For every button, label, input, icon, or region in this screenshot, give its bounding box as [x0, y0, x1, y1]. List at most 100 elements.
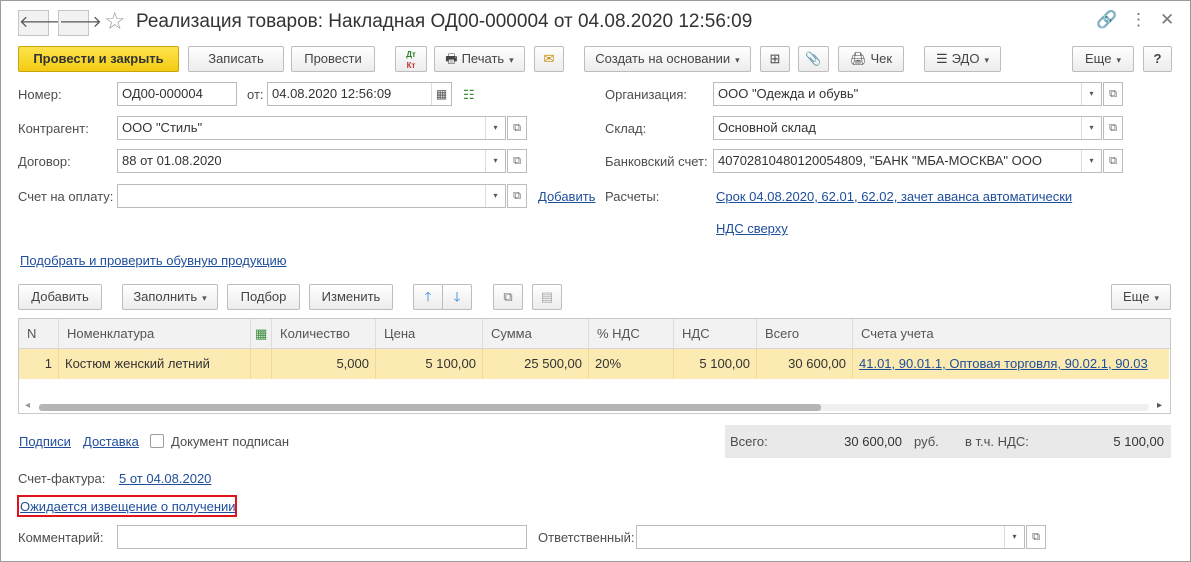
scroll-left-icon[interactable]: ◂	[25, 400, 30, 411]
open-icon[interactable]: ⧉	[507, 184, 527, 208]
organization-field[interactable]: ООО "Одежда и обувь" ▾	[713, 82, 1102, 106]
post-button[interactable]: Провести	[291, 46, 375, 72]
col-nomenclature[interactable]: Номенклатура	[59, 319, 251, 349]
table-more-button[interactable]: Еще ▾	[1111, 284, 1171, 310]
notice-awaited-link[interactable]: Ожидается извещение о получении	[20, 499, 236, 514]
open-icon[interactable]: ⧉	[1103, 149, 1123, 173]
create-based-on-button[interactable]: Создать на основании ▾	[584, 46, 751, 72]
date-field[interactable]: 04.08.2020 12:56:09 ▦	[267, 82, 452, 106]
chevron-down-icon[interactable]: ▾	[1081, 83, 1101, 105]
vat-on-top-link[interactable]: НДС сверху	[716, 221, 788, 236]
goods-table: N Номенклатура ▦ Количество Цена Сумма %…	[18, 318, 1171, 414]
cell-nomenclature[interactable]: Костюм женский летний	[59, 349, 251, 379]
col-quantity[interactable]: Количество	[272, 319, 376, 349]
col-accounts[interactable]: Счета учета	[853, 319, 1169, 349]
totals-panel: Всего: 30 600,00 руб. в т.ч. НДС: 5 100,…	[725, 425, 1171, 458]
copy-icon: ⧉	[503, 289, 513, 304]
add-row-button[interactable]: Добавить	[18, 284, 102, 310]
bank-account-field[interactable]: 40702810480120054809, "БАНК "МБА-МОСКВА"…	[713, 149, 1102, 173]
table-row[interactable]: 1 Костюм женский летний 5,000 5 100,00 2…	[19, 349, 1169, 379]
status-icon[interactable]: ☷	[463, 87, 475, 103]
cell-price[interactable]: 5 100,00	[376, 349, 483, 379]
col-price[interactable]: Цена	[376, 319, 483, 349]
responsible-field[interactable]: ▾	[636, 525, 1025, 549]
dt-kt-button[interactable]: Дт Кт	[395, 46, 427, 72]
fill-button[interactable]: Заполнить ▾	[122, 284, 218, 310]
chevron-down-icon[interactable]: ▾	[485, 150, 505, 172]
more-label: Еще	[1085, 51, 1112, 66]
col-n[interactable]: N	[19, 319, 59, 349]
fill-label: Заполнить	[133, 289, 198, 304]
cell-accounts-link[interactable]: 41.01, 90.01.1, Оптовая торговля, 90.02.…	[853, 349, 1169, 379]
link-icon[interactable]: 🔗	[1096, 10, 1117, 30]
open-icon[interactable]: ⧉	[1103, 116, 1123, 140]
edo-button[interactable]: ☰ ЭДО ▾	[924, 46, 1001, 72]
settlements-link[interactable]: Срок 04.08.2020, 62.01, 62.02, зачет ава…	[716, 189, 1072, 204]
contractor-value: ООО "Стиль"	[122, 120, 203, 135]
responsible-label: Ответственный:	[538, 530, 635, 545]
receipt-label: Чек	[870, 51, 893, 66]
attach-button[interactable]: 📎	[798, 46, 829, 72]
comment-field[interactable]	[117, 525, 527, 549]
save-button[interactable]: Записать	[188, 46, 284, 72]
cell-vat-rate[interactable]: 20%	[589, 349, 674, 379]
envelope-icon: ✉	[543, 51, 555, 66]
email-button[interactable]: ✉	[534, 46, 564, 72]
signed-checkbox[interactable]	[150, 434, 164, 448]
structure-button[interactable]: ⊞	[760, 46, 790, 72]
col-vat[interactable]: НДС	[674, 319, 757, 349]
invoice-payment-field[interactable]: ▾	[117, 184, 506, 208]
warehouse-field[interactable]: Основной склад ▾	[713, 116, 1102, 140]
star-icon[interactable]: ☆	[104, 7, 126, 36]
scroll-right-icon[interactable]: ▸	[1157, 400, 1162, 411]
number-label: Номер:	[18, 87, 62, 102]
add-invoice-link[interactable]: Добавить	[538, 189, 595, 204]
cell-total[interactable]: 30 600,00	[757, 349, 853, 379]
print-button[interactable]: 🖶 Печать ▾	[434, 46, 525, 72]
col-total[interactable]: Всего	[757, 319, 853, 349]
number-field[interactable]: ОД00-000004	[117, 82, 237, 106]
scrollbar-thumb[interactable]	[39, 404, 821, 411]
chevron-down-icon[interactable]: ▾	[485, 185, 505, 207]
col-sum[interactable]: Сумма	[483, 319, 589, 349]
marking-icon[interactable]: ▦	[251, 319, 272, 349]
invoice-link[interactable]: 5 от 04.08.2020	[119, 471, 211, 486]
signatures-link[interactable]: Подписи	[19, 434, 71, 449]
change-button[interactable]: Изменить	[309, 284, 393, 310]
contractor-field[interactable]: ООО "Стиль" ▾	[117, 116, 506, 140]
organization-value: ООО "Одежда и обувь"	[718, 86, 859, 101]
move-up-button[interactable]: 🡑	[413, 284, 443, 310]
paperclip-icon: 📎	[805, 51, 822, 66]
more-vertical-icon[interactable]: ⋮	[1130, 10, 1147, 30]
bank-account-value: 40702810480120054809, "БАНК "МБА-МОСКВА"…	[718, 153, 1042, 168]
close-icon[interactable]: ✕	[1160, 10, 1174, 30]
open-icon[interactable]: ⧉	[507, 149, 527, 173]
delivery-link[interactable]: Доставка	[83, 434, 139, 449]
pick-button[interactable]: Подбор	[227, 284, 300, 310]
pick-shoes-link[interactable]: Подобрать и проверить обувную продукцию	[20, 253, 287, 268]
calendar-icon[interactable]: ▦	[431, 83, 451, 105]
open-icon[interactable]: ⧉	[507, 116, 527, 140]
receipt-button[interactable]: 🖨 Чек	[838, 46, 904, 72]
post-and-close-button[interactable]: Провести и закрыть	[18, 46, 179, 72]
open-icon[interactable]: ⧉	[1103, 82, 1123, 106]
open-icon[interactable]: ⧉	[1026, 525, 1046, 549]
cell-sum[interactable]: 25 500,00	[483, 349, 589, 379]
contract-field[interactable]: 88 от 01.08.2020 ▾	[117, 149, 506, 173]
chevron-down-icon[interactable]: ▾	[1004, 526, 1024, 548]
forward-button[interactable]: 🡒	[58, 10, 102, 36]
chevron-down-icon[interactable]: ▾	[1081, 150, 1101, 172]
warehouse-value: Основной склад	[718, 120, 816, 135]
horizontal-scrollbar[interactable]	[39, 404, 1149, 411]
back-button[interactable]: 🡐	[18, 10, 62, 36]
col-vat-rate[interactable]: % НДС	[589, 319, 674, 349]
paste-rows-button[interactable]: ▤	[532, 284, 562, 310]
chevron-down-icon[interactable]: ▾	[1081, 117, 1101, 139]
move-down-button[interactable]: 🡓	[442, 284, 472, 310]
cell-quantity[interactable]: 5,000	[272, 349, 376, 379]
copy-rows-button[interactable]: ⧉	[493, 284, 523, 310]
help-button[interactable]: ?	[1143, 46, 1172, 72]
cell-vat[interactable]: 5 100,00	[674, 349, 757, 379]
chevron-down-icon[interactable]: ▾	[485, 117, 505, 139]
more-button[interactable]: Еще ▾	[1072, 46, 1134, 72]
